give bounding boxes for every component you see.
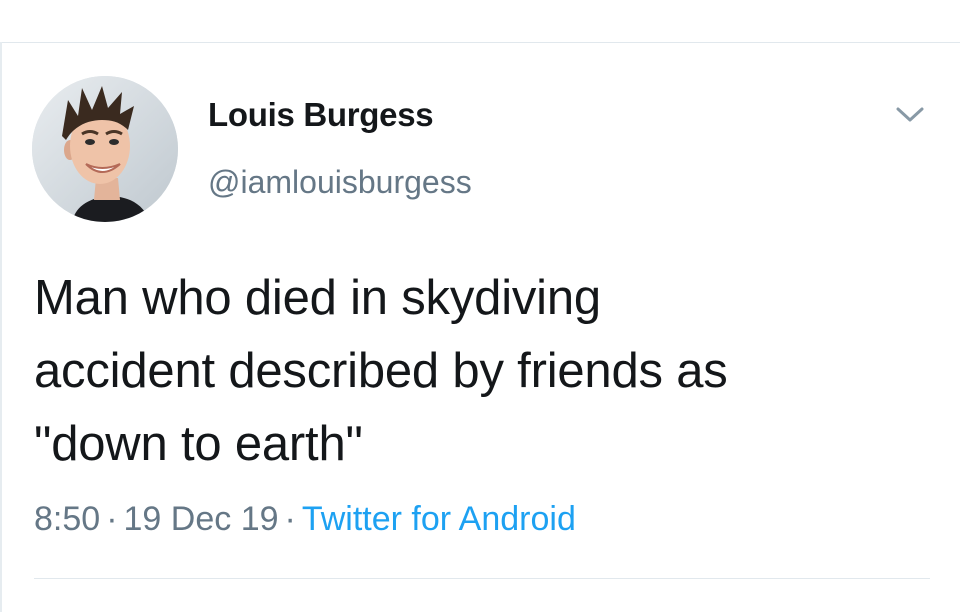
tweet-menu-button[interactable]	[888, 98, 932, 132]
avatar[interactable]	[32, 76, 178, 222]
tweet-date[interactable]: 19 Dec 19	[124, 500, 279, 538]
meta-separator: ·	[106, 500, 118, 538]
author-handle[interactable]: @iamlouisburgess	[208, 164, 472, 201]
bottom-divider	[34, 578, 930, 579]
meta-separator: ·	[284, 500, 296, 538]
author-display-name[interactable]: Louis Burgess	[208, 96, 434, 134]
tweet-source-link[interactable]: Twitter for Android	[302, 500, 576, 538]
top-divider	[0, 42, 960, 43]
tweet-text-line: "down to earth"	[34, 417, 363, 471]
tweet-time[interactable]: 8:50	[34, 500, 100, 538]
tweet-screen: Louis Burgess @iamlouisburgess Man who d…	[0, 0, 960, 612]
profile-photo-icon	[32, 76, 178, 222]
chevron-down-icon	[896, 107, 924, 122]
tweet-text-line: Man who died in skydiving	[34, 271, 601, 325]
tweet-text: Man who died in skydiving accident descr…	[34, 262, 934, 481]
tweet-meta: 8:50 · 19 Dec 19 · Twitter for Android	[34, 500, 576, 539]
tweet-text-line: accident described by friends as	[34, 344, 728, 398]
left-edge-divider	[0, 42, 2, 612]
